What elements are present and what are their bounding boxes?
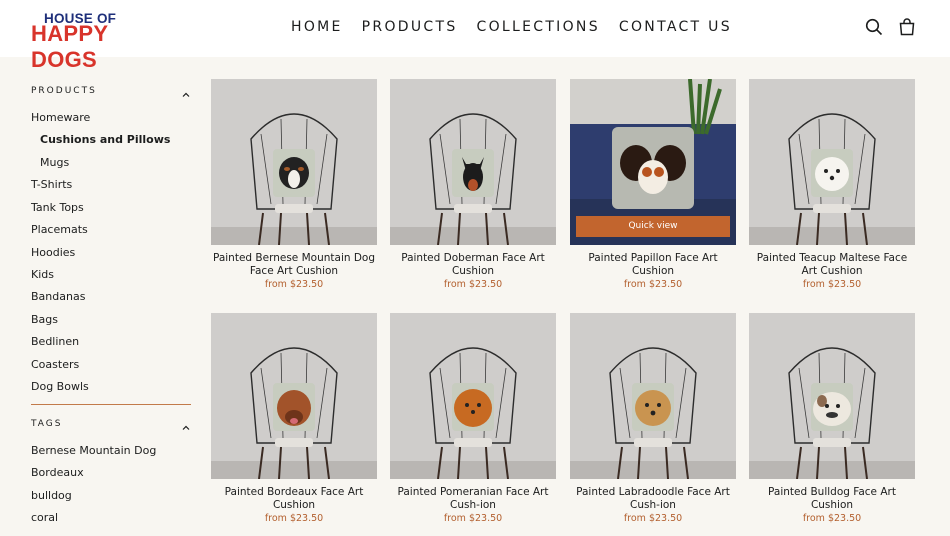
category-kids[interactable]: Kids — [31, 268, 54, 281]
chevron-up-icon[interactable] — [181, 420, 191, 430]
search-icon[interactable] — [865, 18, 883, 36]
product-card[interactable]: Quick view Painted Papillon Face Art Cus… — [570, 79, 736, 290]
product-title[interactable]: Painted Papillon Face Art Cushion — [570, 252, 736, 277]
site-header: HOUSE OF HAPPY DOGS HOME PRODUCTS COLLEC… — [0, 0, 950, 72]
product-title[interactable]: Painted Teacup Maltese Face Art Cushion — [749, 252, 915, 277]
category-tank-tops[interactable]: Tank Tops — [31, 201, 84, 214]
cart-icon[interactable] — [898, 18, 916, 36]
product-card[interactable]: Painted Bordeaux Face Art Cushion from $… — [211, 313, 377, 524]
chevron-up-icon[interactable] — [181, 87, 191, 97]
main-nav: HOME PRODUCTS COLLECTIONS CONTACT US — [291, 19, 751, 35]
product-image[interactable] — [570, 313, 736, 479]
product-image[interactable] — [749, 313, 915, 479]
quick-view-button[interactable]: Quick view — [576, 216, 730, 237]
tag-bulldog[interactable]: bulldog — [31, 489, 72, 502]
product-card[interactable]: Painted Teacup Maltese Face Art Cushion … — [749, 79, 915, 290]
category-dog-bowls[interactable]: Dog Bowls — [31, 380, 89, 393]
product-price: from $23.50 — [443, 279, 503, 290]
product-price: from $23.50 — [802, 279, 862, 290]
product-title[interactable]: Painted Bernese Mountain Dog Face Art Cu… — [211, 252, 377, 277]
tag-bordeaux[interactable]: Bordeaux — [31, 466, 84, 479]
category-mugs[interactable]: Mugs — [40, 156, 69, 169]
nav-contact-us[interactable]: CONTACT US — [619, 19, 732, 35]
category-hoodies[interactable]: Hoodies — [31, 246, 75, 259]
product-card[interactable]: Painted Bulldog Face Art Cushion from $2… — [749, 313, 915, 524]
category-homeware[interactable]: Homeware — [31, 111, 90, 124]
product-card[interactable]: Painted Pomeranian Face Art Cush-ion fro… — [390, 313, 556, 524]
product-title[interactable]: Painted Pomeranian Face Art Cush-ion — [390, 486, 556, 511]
category-t-shirts[interactable]: T-Shirts — [31, 178, 72, 191]
product-card[interactable]: Painted Bernese Mountain Dog Face Art Cu… — [211, 79, 377, 290]
product-image[interactable] — [749, 79, 915, 245]
category-bedlinen[interactable]: Bedlinen — [31, 335, 79, 348]
product-price: from $23.50 — [264, 513, 324, 524]
product-title[interactable]: Painted Bordeaux Face Art Cushion — [211, 486, 377, 511]
product-image[interactable] — [211, 79, 377, 245]
tags-filter-heading[interactable]: TAGS — [31, 419, 62, 429]
product-card[interactable]: Painted Labradoodle Face Art Cush-ion fr… — [570, 313, 736, 524]
sidebar-divider — [31, 404, 191, 405]
product-price: from $23.50 — [623, 279, 683, 290]
product-price: from $23.50 — [443, 513, 503, 524]
nav-collections[interactable]: COLLECTIONS — [477, 19, 600, 35]
tag-coral[interactable]: coral — [31, 511, 58, 524]
product-card[interactable]: Painted Doberman Face Art Cushion from $… — [390, 79, 556, 290]
product-image[interactable]: Quick view — [570, 79, 736, 245]
product-image[interactable] — [390, 79, 556, 245]
category-coasters[interactable]: Coasters — [31, 358, 79, 371]
nav-products[interactable]: PRODUCTS — [362, 19, 458, 35]
category-bags[interactable]: Bags — [31, 313, 58, 326]
product-price: from $23.50 — [802, 513, 862, 524]
products-filter-heading[interactable]: PRODUCTS — [31, 86, 97, 96]
product-title[interactable]: Painted Labradoodle Face Art Cush-ion — [570, 486, 736, 511]
product-image[interactable] — [390, 313, 556, 479]
category-cushions-and-pillows[interactable]: Cushions and Pillows — [40, 133, 170, 146]
product-price: from $23.50 — [623, 513, 683, 524]
product-price: from $23.50 — [264, 279, 324, 290]
nav-home[interactable]: HOME — [291, 19, 343, 35]
logo-line-2: HAPPY DOGS — [31, 21, 108, 72]
tag-bernese-mountain-dog[interactable]: Bernese Mountain Dog — [31, 444, 156, 457]
category-bandanas[interactable]: Bandanas — [31, 290, 85, 303]
category-placemats[interactable]: Placemats — [31, 223, 88, 236]
product-title[interactable]: Painted Bulldog Face Art Cushion — [749, 486, 915, 511]
product-image[interactable] — [211, 313, 377, 479]
site-logo[interactable]: HOUSE OF HAPPY DOGS — [31, 11, 171, 72]
product-title[interactable]: Painted Doberman Face Art Cushion — [390, 252, 556, 277]
